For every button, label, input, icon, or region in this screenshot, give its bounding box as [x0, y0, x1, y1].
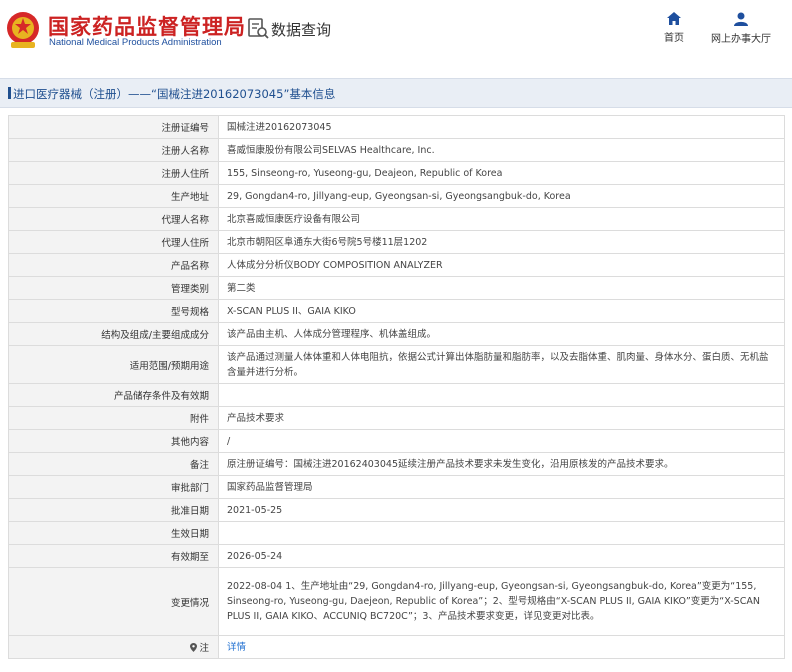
nav-home-link[interactable]: 首页	[657, 12, 691, 44]
field-label: 适用范围/预期用途	[8, 345, 219, 384]
section-title: 数据查询	[271, 21, 332, 39]
field-value: 原注册证编号：国械注进20162403045延续注册产品技术要求未发生变化，沿用…	[218, 452, 785, 476]
table-row: 生效日期	[8, 521, 785, 545]
nav-home-label: 首页	[664, 33, 684, 44]
field-value	[218, 521, 785, 545]
table-row: 代理人住所 北京市朝阳区阜通东大街6号院5号楼11层1202	[8, 230, 785, 254]
table-row: 注册人住所 155, Sinseong-ro, Yuseong-gu, Deaje…	[8, 161, 785, 185]
table-row: 注册证编号 国械注进20162073045	[8, 115, 785, 139]
table-row: 其他内容 /	[8, 429, 785, 453]
field-label: 附件	[8, 406, 219, 430]
field-label: 注册人住所	[8, 161, 219, 185]
table-row: 注册人名称 喜威恒康股份有限公司SELVAS Healthcare, Inc.	[8, 138, 785, 162]
field-value: 该产品由主机、人体成分管理程序、机体盖组成。	[218, 322, 785, 346]
data-query-icon	[248, 18, 269, 39]
nav-online-office-link[interactable]: 网上办事大厅	[707, 12, 775, 45]
note-value: 详情	[218, 635, 785, 659]
field-value: 2022-08-04 1、生产地址由“29, Gongdan4-ro, Jill…	[218, 567, 785, 636]
field-value: 2026-05-24	[218, 544, 785, 568]
field-value: 喜威恒康股份有限公司SELVAS Healthcare, Inc.	[218, 138, 785, 162]
field-value: 北京市朝阳区阜通东大街6号院5号楼11层1202	[218, 230, 785, 254]
field-value: X-SCAN PLUS II、GAIA KIKO	[218, 299, 785, 323]
field-label: 其他内容	[8, 429, 219, 453]
user-icon	[734, 12, 748, 26]
field-label: 审批部门	[8, 475, 219, 499]
field-label: 有效期至	[8, 544, 219, 568]
field-label: 批准日期	[8, 498, 219, 522]
table-row: 生产地址 29, Gongdan4-ro, Jillyang-eup, Gyeon…	[8, 184, 785, 208]
field-value: 155, Sinseong-ro, Yuseong-gu, Deajeon, R…	[218, 161, 785, 185]
field-value: 第二类	[218, 276, 785, 300]
note-label-text: 注	[199, 643, 209, 654]
note-label: 注	[8, 635, 219, 659]
breadcrumb: 进口医疗器械（注册）——“国械注进20162073045”基本信息	[8, 86, 335, 102]
field-value: 29, Gongdan4-ro, Jillyang-eup, Gyeongsan…	[218, 184, 785, 208]
table-row: 代理人名称 北京喜威恒康医疗设备有限公司	[8, 207, 785, 231]
table-row: 审批部门 国家药品监督管理局	[8, 475, 785, 499]
field-label: 代理人名称	[8, 207, 219, 231]
national-emblem-icon	[7, 12, 39, 48]
field-label: 产品储存条件及有效期	[8, 383, 219, 407]
breadcrumb-text: 进口医疗器械（注册）——“国械注进20162073045”基本信息	[13, 87, 336, 101]
field-label: 产品名称	[8, 253, 219, 277]
table-row: 有效期至 2026-05-24	[8, 544, 785, 568]
field-label: 管理类别	[8, 276, 219, 300]
breadcrumb-marker-icon	[8, 87, 11, 99]
breadcrumb-bar: 进口医疗器械（注册）——“国械注进20162073045”基本信息	[0, 78, 792, 108]
field-label: 注册人名称	[8, 138, 219, 162]
field-value: 产品技术要求	[218, 406, 785, 430]
field-label: 结构及组成/主要组成成分	[8, 322, 219, 346]
field-label: 生效日期	[8, 521, 219, 545]
details-link[interactable]: 详情	[227, 642, 246, 653]
field-label: 代理人住所	[8, 230, 219, 254]
field-value: 2021-05-25	[218, 498, 785, 522]
org-name-en: National Medical Products Administration	[49, 37, 222, 48]
table-row: 批准日期 2021-05-25	[8, 498, 785, 522]
field-label: 变更情况	[8, 567, 219, 636]
table-row: 附件 产品技术要求	[8, 406, 785, 430]
field-value: 国械注进20162073045	[218, 115, 785, 139]
table-row: 管理类别 第二类	[8, 276, 785, 300]
table-row: 产品储存条件及有效期	[8, 383, 785, 407]
table-row: 注 详情	[8, 635, 785, 659]
field-label: 备注	[8, 452, 219, 476]
site-header: 国家药品监督管理局 National Medical Products Admi…	[0, 0, 792, 66]
field-value: /	[218, 429, 785, 453]
table-row: 型号规格 X-SCAN PLUS II、GAIA KIKO	[8, 299, 785, 323]
field-value	[218, 383, 785, 407]
table-row: 备注 原注册证编号：国械注进20162403045延续注册产品技术要求未发生变化，…	[8, 452, 785, 476]
detail-table: 注册证编号 国械注进20162073045 注册人名称 喜威恒康股份有限公司SELV…	[8, 115, 785, 659]
field-value: 国家药品监督管理局	[218, 475, 785, 499]
home-icon	[667, 12, 681, 25]
table-row: 产品名称 人体成分分析仪BODY COMPOSITION ANALYZER	[8, 253, 785, 277]
field-value: 该产品通过测量人体体重和人体电阻抗，依据公式计算出体脂肪量和脂肪率，以及去脂体重…	[218, 345, 785, 384]
field-label: 注册证编号	[8, 115, 219, 139]
field-label: 生产地址	[8, 184, 219, 208]
pin-icon	[190, 643, 198, 652]
table-row: 结构及组成/主要组成成分 该产品由主机、人体成分管理程序、机体盖组成。	[8, 322, 785, 346]
table-row: 变更情况 2022-08-04 1、生产地址由“29, Gongdan4-ro, …	[8, 567, 785, 636]
field-label: 型号规格	[8, 299, 219, 323]
table-row: 适用范围/预期用途 该产品通过测量人体体重和人体电阻抗，依据公式计算出体脂肪量和脂…	[8, 345, 785, 384]
field-value: 北京喜威恒康医疗设备有限公司	[218, 207, 785, 231]
field-value: 人体成分分析仪BODY COMPOSITION ANALYZER	[218, 253, 785, 277]
nav-online-office-label: 网上办事大厅	[711, 34, 771, 45]
